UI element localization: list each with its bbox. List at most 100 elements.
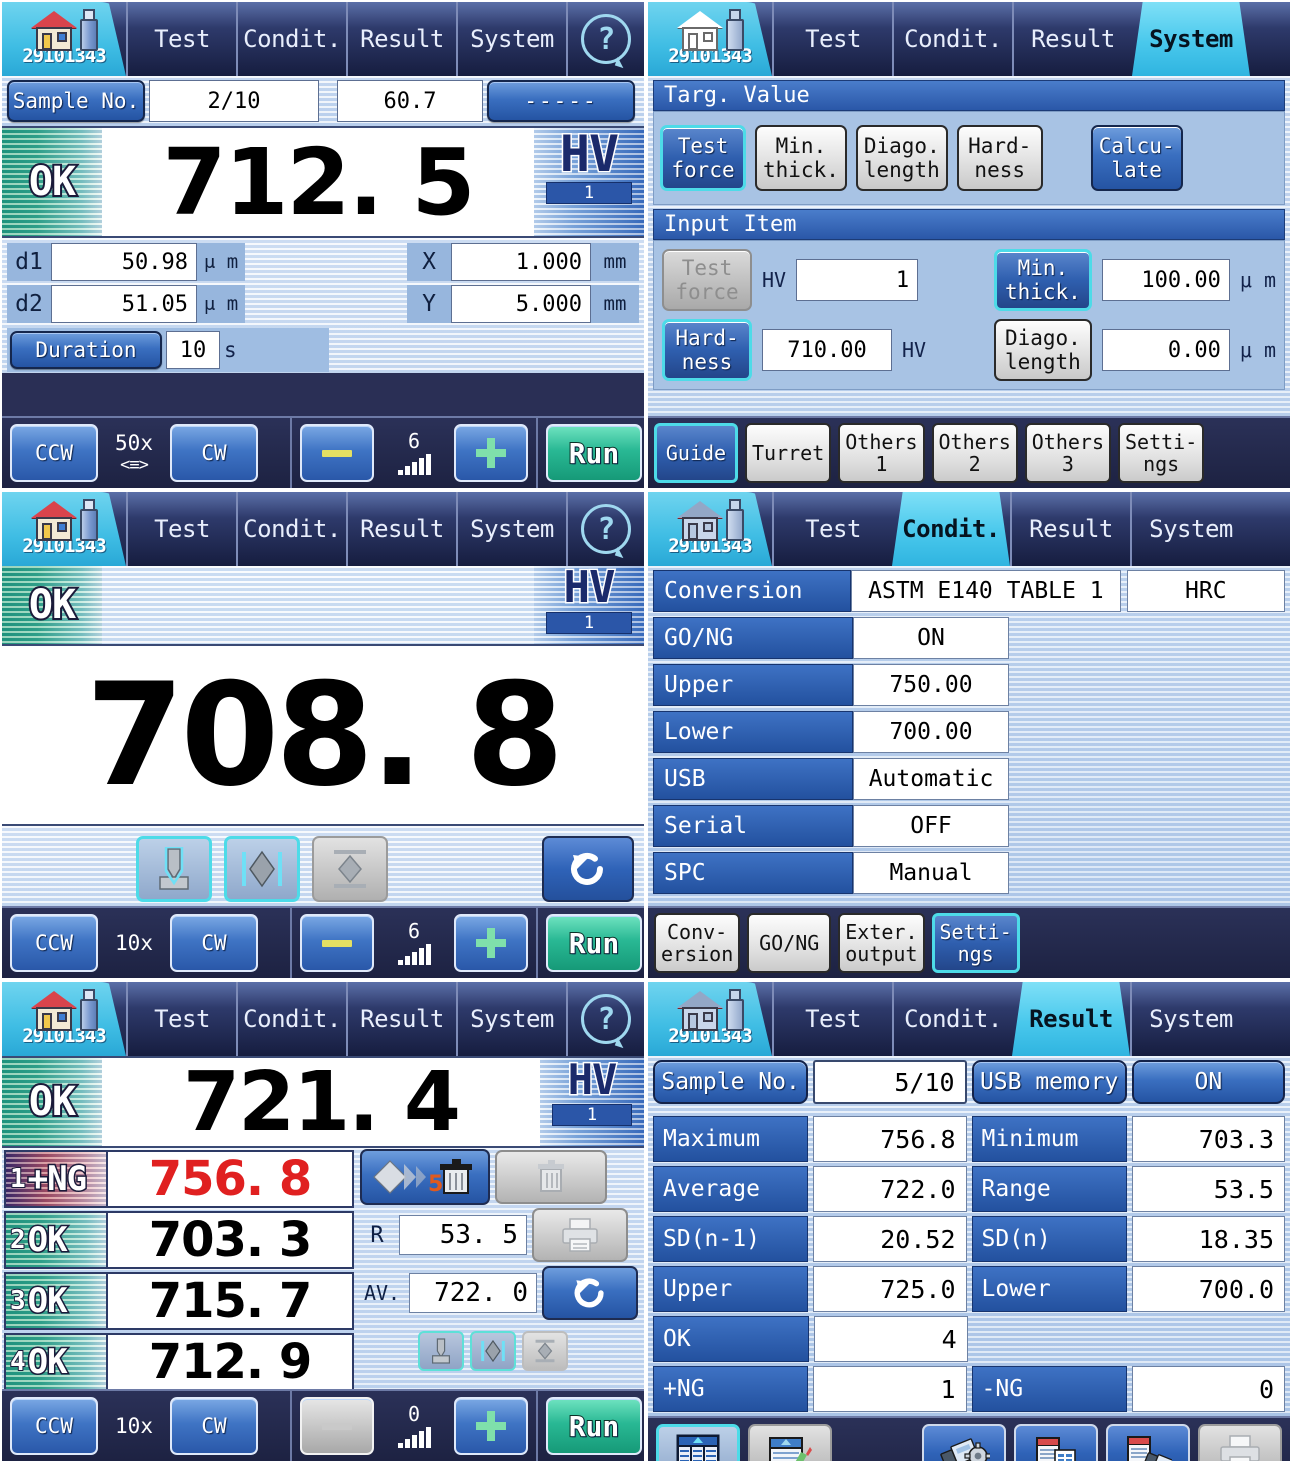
light-plus-button[interactable] [454, 424, 528, 482]
tab-result[interactable]: Result [1012, 982, 1130, 1056]
table-row[interactable]: Upper 750.00 [653, 664, 1285, 706]
list-item[interactable]: 2 OK 703. 3 [4, 1211, 354, 1269]
sample-no-value[interactable]: 2/10 [149, 80, 319, 122]
table-view-button[interactable] [656, 1424, 740, 1461]
list-item[interactable]: 1 +NG 756. 8 [4, 1150, 354, 1208]
footer-settings-button[interactable]: Setti- ngs [1118, 423, 1205, 483]
sample-no-button[interactable]: Sample No. [653, 1060, 809, 1104]
help-button[interactable]: ? [566, 2, 644, 76]
input-hardness-button[interactable]: Hard- ness [662, 319, 752, 381]
row-value[interactable]: Manual [853, 852, 1009, 894]
y-value[interactable]: 5.000 [451, 285, 591, 323]
tab-result[interactable]: Result [346, 492, 456, 566]
light-plus-button[interactable] [454, 914, 528, 972]
hardness-value[interactable]: 710.00 [762, 329, 892, 371]
tab-test[interactable]: Test [126, 982, 236, 1056]
footer-gong-button[interactable]: GO/NG [747, 913, 832, 973]
row-value[interactable]: ON [853, 617, 1009, 659]
footer-settings-button[interactable]: Setti- ngs [931, 913, 1020, 973]
print-button[interactable] [532, 1208, 628, 1262]
row-value[interactable]: Automatic [853, 758, 1009, 800]
d1-value[interactable]: 50.98 [51, 243, 197, 281]
footer-exter-output-button[interactable]: Exter. output [838, 913, 925, 973]
tab-result[interactable]: Result [346, 2, 456, 76]
run-button[interactable]: Run [546, 424, 642, 482]
blank-value-button[interactable]: ----- [487, 80, 635, 122]
vertical-caliper-button[interactable] [312, 836, 388, 902]
footer-others-2-button[interactable]: Others 2 [931, 423, 1018, 483]
conversion-value[interactable]: 60.7 [337, 80, 483, 122]
run-button[interactable]: Run [546, 914, 642, 972]
ccw-button[interactable]: CCW [10, 424, 98, 482]
reset-rotate-button[interactable] [542, 1266, 638, 1320]
tab-condit[interactable]: Condit. [892, 982, 1012, 1056]
footer-conversion-button[interactable]: Conv- ersion [654, 913, 741, 973]
tab-test[interactable]: Test [126, 492, 236, 566]
home-tab[interactable]: 29101343 [648, 492, 772, 566]
table-row[interactable]: Serial OFF [653, 805, 1285, 847]
usb-memory-button[interactable]: USB memory [971, 1060, 1127, 1104]
home-tab[interactable]: 29101343 [2, 982, 126, 1056]
horizontal-caliper-button[interactable] [470, 1331, 516, 1371]
tab-result[interactable]: Result [346, 982, 456, 1056]
home-tab[interactable]: 29101343 [648, 2, 772, 76]
reset-rotate-button[interactable] [542, 836, 634, 902]
tab-condit[interactable]: Condit. [236, 2, 346, 76]
sample-no-value[interactable]: 5/10 [813, 1060, 967, 1104]
duration-value[interactable]: 10 [166, 331, 220, 369]
tab-result[interactable]: Result [1010, 492, 1130, 566]
horizontal-caliper-button[interactable] [224, 836, 300, 902]
tab-system[interactable]: System [456, 2, 566, 76]
usb-memory-value[interactable]: ON [1131, 1060, 1285, 1104]
footer-guide-button[interactable]: Guide [654, 423, 738, 483]
run-button[interactable]: Run [546, 1397, 642, 1455]
tab-condit[interactable]: Condit. [236, 982, 346, 1056]
list-item[interactable]: 4 OK 712. 9 [4, 1333, 354, 1391]
row-value[interactable]: 750.00 [853, 664, 1009, 706]
input-diago-length-button[interactable]: Diago. length [993, 319, 1092, 381]
tab-system[interactable]: System [456, 982, 566, 1056]
x-value[interactable]: 1.000 [451, 243, 591, 281]
d2-value[interactable]: 51.05 [51, 285, 197, 323]
test-force-value[interactable]: 1 [796, 259, 919, 301]
row-value[interactable]: ASTM E140 TABLE 1 [851, 570, 1121, 612]
row-value[interactable]: OFF [853, 805, 1009, 847]
light-plus-button[interactable] [454, 1397, 528, 1455]
table-row[interactable]: GO/NG ON [653, 617, 1285, 659]
save-report-button[interactable] [1014, 1424, 1098, 1461]
home-tab[interactable]: 29101343 [2, 492, 126, 566]
cw-button[interactable]: CW [170, 914, 258, 972]
delete-button[interactable] [495, 1150, 607, 1204]
help-button[interactable]: ? [566, 492, 644, 566]
light-minus-button[interactable] [300, 424, 374, 482]
list-item[interactable]: 3 OK 715. 7 [4, 1272, 354, 1330]
row-value-2[interactable]: HRC [1126, 570, 1286, 612]
sample-no-button[interactable]: Sample No. [7, 80, 145, 122]
light-minus-button[interactable] [300, 1397, 374, 1455]
target-test-force-button[interactable]: Test force [660, 125, 746, 191]
target-hardness-button[interactable]: Hard- ness [956, 125, 1043, 191]
tab-condit[interactable]: Condit. [892, 492, 1010, 566]
table-row[interactable]: SPC Manual [653, 852, 1285, 894]
home-tab[interactable]: 29101343 [2, 2, 126, 76]
duration-button[interactable]: Duration [10, 331, 162, 369]
footer-others-1-button[interactable]: Others 1 [838, 423, 925, 483]
tab-condit[interactable]: Condit. [892, 2, 1012, 76]
tab-system[interactable]: System [456, 492, 566, 566]
table-row[interactable]: Lower 700.00 [653, 711, 1285, 753]
table-row[interactable]: USB Automatic [653, 758, 1285, 800]
input-min-thick-button[interactable]: Min. thick. [993, 249, 1092, 311]
tab-system[interactable]: System [1130, 492, 1250, 566]
print-button[interactable] [1198, 1424, 1282, 1461]
ccw-button[interactable]: CCW [10, 914, 98, 972]
tab-test[interactable]: Test [772, 492, 892, 566]
home-tab[interactable]: 29101343 [648, 982, 772, 1056]
tab-result[interactable]: Result [1012, 2, 1132, 76]
tab-system[interactable]: System [1130, 982, 1250, 1056]
indent-measure-button[interactable] [136, 836, 212, 902]
tab-condit[interactable]: Condit. [236, 492, 346, 566]
min-thick-value[interactable]: 100.00 [1101, 259, 1230, 301]
table-row[interactable]: Conversion ASTM E140 TABLE 1 HRC [653, 570, 1286, 612]
tab-test[interactable]: Test [772, 2, 892, 76]
target-diago-length-button[interactable]: Diago. length [855, 125, 948, 191]
